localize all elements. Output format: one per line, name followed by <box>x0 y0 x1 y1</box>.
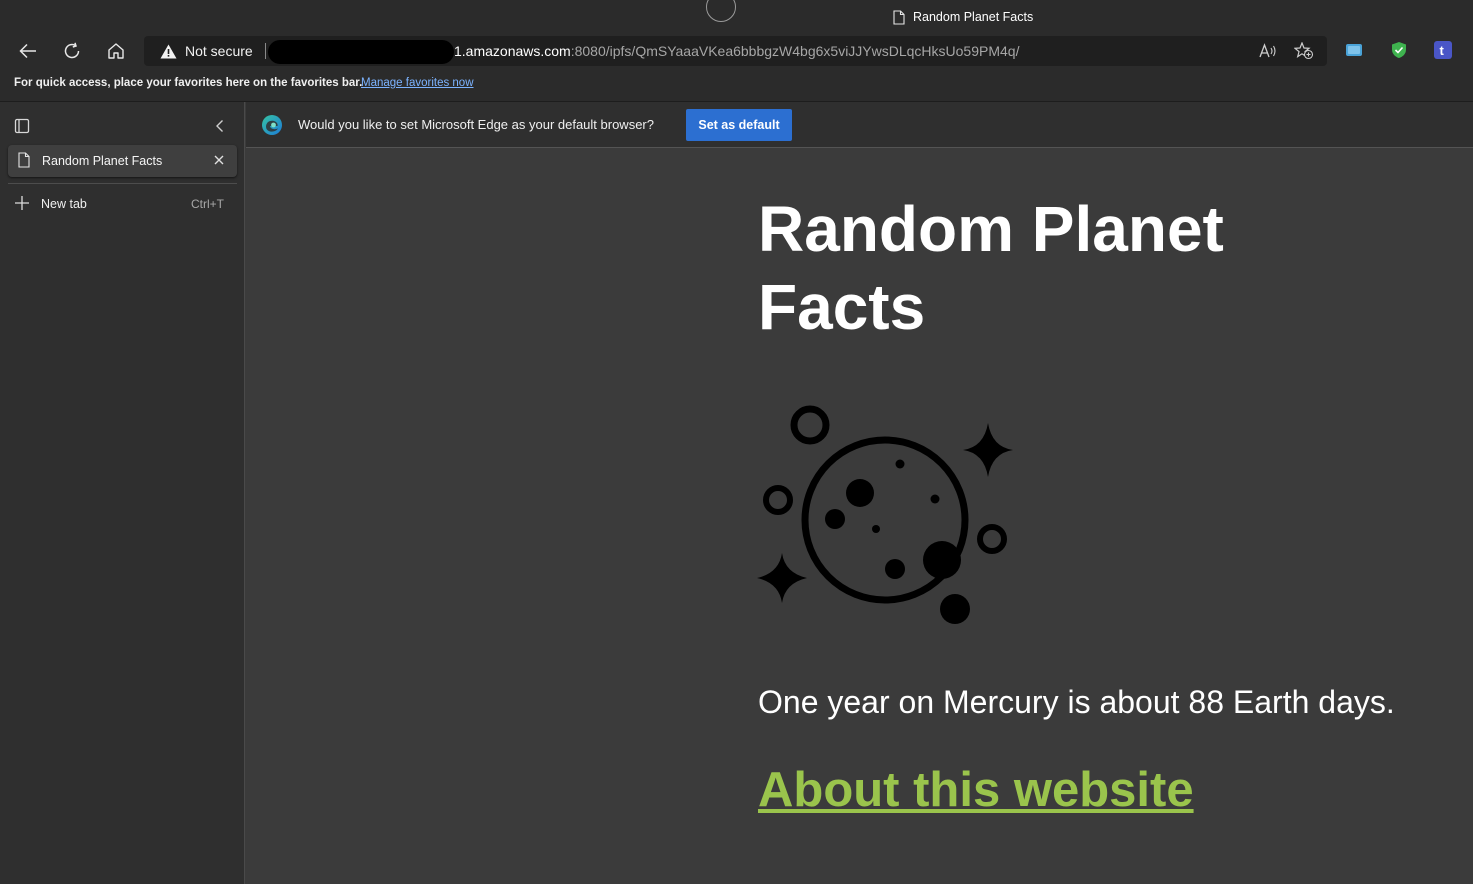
sidebar-divider <box>8 183 237 184</box>
shield-extension-button[interactable] <box>1390 41 1408 59</box>
url-path: :8080/ipfs/QmSYaaaVKea6bbbgzW4bg6x5viJJY… <box>570 43 1020 59</box>
set-as-default-button[interactable]: Set as default <box>686 109 792 141</box>
planet-fact: One year on Mercury is about 88 Earth da… <box>758 684 1395 720</box>
security-indicator[interactable]: Not secure <box>160 43 253 59</box>
default-browser-infobar: Would you like to set Microsoft Edge as … <box>246 102 1473 148</box>
page-icon <box>893 9 905 25</box>
title-bar: Random Planet Facts <box>0 0 1473 34</box>
edge-logo-icon <box>262 115 282 135</box>
plus-icon <box>15 196 29 210</box>
security-label: Not secure <box>185 43 253 59</box>
read-aloud-icon <box>1259 43 1276 58</box>
manage-favorites-link[interactable]: Manage favorites now <box>361 77 474 89</box>
new-tab-button[interactable]: New tab Ctrl+T <box>14 194 229 214</box>
redacted-region <box>268 40 454 64</box>
tab-actions-icon <box>14 118 30 134</box>
close-icon <box>214 155 224 165</box>
url-host: 1.amazonaws.com <box>454 43 571 59</box>
address-divider <box>265 43 266 59</box>
new-tab-shortcut: Ctrl+T <box>191 197 224 211</box>
svg-text:t: t <box>1440 43 1445 58</box>
collections-icon <box>1346 44 1362 56</box>
tumblr-extension-button[interactable]: t <box>1434 41 1452 59</box>
back-icon <box>19 43 36 59</box>
warning-icon <box>160 44 177 58</box>
vertical-tabs-pane: Random Planet Facts New tab Ctrl+T <box>0 102 245 884</box>
add-favorite-icon <box>1294 42 1314 60</box>
window-title: Random Planet Facts <box>893 8 1033 26</box>
new-tab-label: New tab <box>41 197 87 211</box>
shield-extension-icon <box>1392 42 1406 58</box>
back-button[interactable] <box>14 38 42 64</box>
collapse-icon <box>216 120 223 132</box>
tumblr-extension-icon: t <box>1434 41 1452 59</box>
favorites-bar-hint: For quick access, place your favorites h… <box>14 77 363 89</box>
tab-label: Random Planet Facts <box>42 154 163 168</box>
infobar-message: Would you like to set Microsoft Edge as … <box>298 117 654 132</box>
refresh-button[interactable] <box>58 38 86 64</box>
collapse-pane-button[interactable] <box>212 118 230 136</box>
home-icon <box>108 43 124 59</box>
tab-random-planet-facts[interactable]: Random Planet Facts <box>8 145 237 177</box>
page-heading: Random Planet Facts <box>758 193 1224 343</box>
address-bar[interactable]: Not secure 1.amazonaws.com:8080/ipfs/QmS… <box>144 36 1327 66</box>
tab-actions-button[interactable] <box>14 118 32 136</box>
favorites-bar: For quick access, place your favorites h… <box>0 68 1473 102</box>
read-aloud-button[interactable] <box>1258 42 1278 60</box>
refresh-icon <box>64 42 80 59</box>
page-icon <box>18 152 30 168</box>
window-title-text: Random Planet Facts <box>913 10 1034 24</box>
url-text[interactable]: 1.amazonaws.com:8080/ipfs/QmSYaaaVKea6bb… <box>454 43 1019 59</box>
add-favorite-button[interactable] <box>1294 42 1314 60</box>
navigation-bar: Not secure 1.amazonaws.com:8080/ipfs/QmS… <box>0 34 1473 68</box>
home-button[interactable] <box>102 38 130 64</box>
about-website-link[interactable]: About this website <box>758 762 1194 818</box>
planet-illustration <box>757 405 1013 624</box>
page-content: Random Planet Facts One year on Mercury … <box>246 148 1473 884</box>
close-tab-button[interactable] <box>211 152 227 168</box>
loading-spinner-icon <box>706 0 736 22</box>
collections-button[interactable] <box>1345 41 1363 59</box>
